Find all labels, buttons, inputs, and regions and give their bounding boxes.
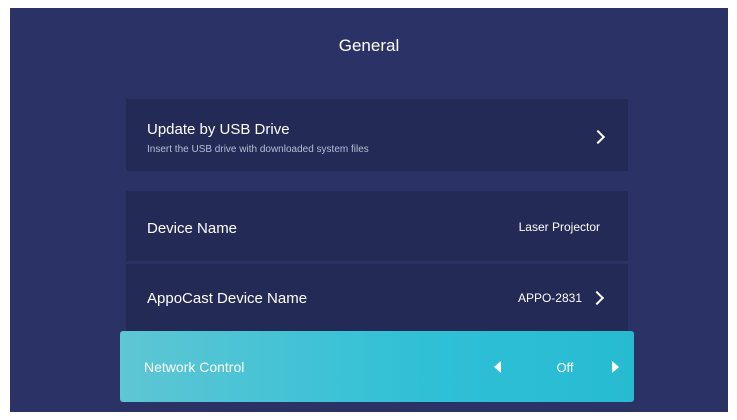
device-name-label: Device Name [147, 220, 238, 237]
triangle-right-icon[interactable] [612, 361, 619, 373]
chevron-right-icon [590, 129, 606, 145]
device-name-value: Laser Projector [518, 220, 600, 234]
update-by-usb-label: Update by USB Drive [147, 121, 290, 138]
network-control-row[interactable]: Network Control Off [120, 331, 634, 402]
network-control-value: Off [556, 360, 574, 375]
appocast-device-name-value: APPO-2831 [517, 291, 582, 305]
appocast-device-name-row[interactable]: AppoCast Device Name APPO-2831 [126, 264, 628, 332]
update-by-usb-description: Insert the USB drive with downloaded sys… [147, 144, 369, 155]
update-by-usb-row[interactable]: Update by USB Drive Insert the USB drive… [126, 99, 628, 171]
appocast-device-name-label: AppoCast Device Name [147, 290, 308, 307]
device-name-row[interactable]: Device Name Laser Projector [126, 191, 628, 261]
settings-screen: General Update by USB Drive Insert the U… [10, 8, 728, 412]
page-title: General [338, 36, 400, 55]
network-control-label: Network Control [144, 359, 245, 375]
triangle-left-icon[interactable] [494, 361, 501, 373]
chevron-right-icon [589, 290, 605, 306]
